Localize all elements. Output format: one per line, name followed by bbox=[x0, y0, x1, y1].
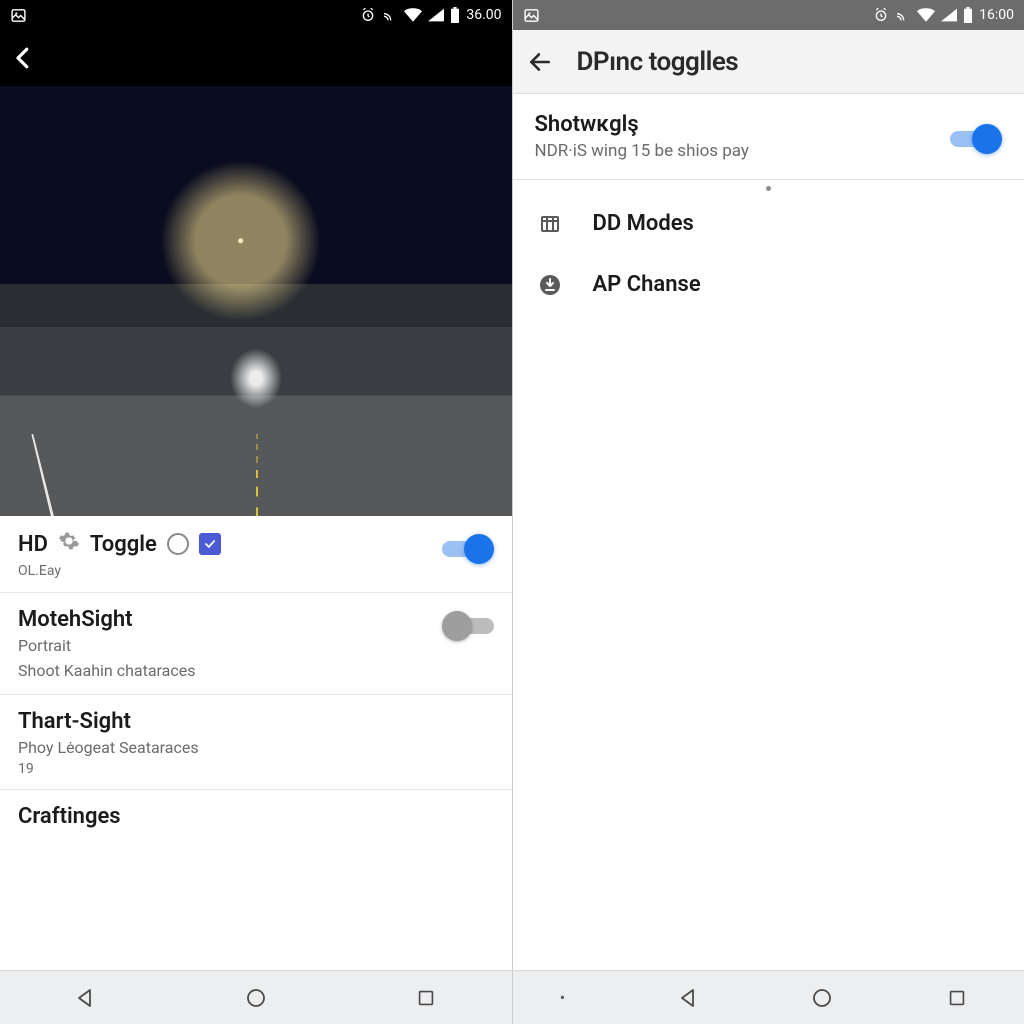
download-icon bbox=[535, 273, 565, 297]
pager-dot bbox=[513, 180, 1024, 193]
row-shotwkgls[interactable]: Shotwĸglş NDR·iS wing 15 be shios pay bbox=[513, 94, 1024, 180]
hd-sub: OL.Eay bbox=[18, 562, 430, 580]
shot-switch[interactable] bbox=[950, 124, 1002, 154]
page-title: DPınc togglles bbox=[577, 47, 739, 77]
cast-icon bbox=[382, 7, 398, 23]
row-thartsight[interactable]: Thart-Sight Phoy Lėogeat Seataraces 19 bbox=[0, 695, 512, 790]
status-time: 16:00 bbox=[979, 7, 1014, 23]
system-nav-bar bbox=[0, 970, 1024, 1024]
wifi-icon bbox=[917, 8, 935, 22]
moteh-switch[interactable] bbox=[442, 611, 494, 641]
nav-back-button[interactable] bbox=[65, 978, 105, 1018]
phone-right: 16:00 DPınc togglles Shotwĸglş NDR·iS wi… bbox=[513, 0, 1024, 970]
ap-chanse-label: AP Chanse bbox=[593, 272, 1003, 297]
nav-recent-button[interactable] bbox=[406, 978, 446, 1018]
back-button[interactable] bbox=[527, 49, 553, 75]
row-motehsight[interactable]: MotehSight Portrait Shoot Kaahin chatara… bbox=[0, 593, 512, 695]
alarm-icon bbox=[360, 7, 376, 23]
status-bar: 36.00 bbox=[0, 0, 512, 30]
hero-image bbox=[0, 86, 512, 516]
signal-icon bbox=[941, 8, 957, 22]
app-bar: DPınc togglles bbox=[513, 30, 1024, 94]
moteh-sub1: Portrait bbox=[18, 636, 430, 657]
battery-icon bbox=[450, 7, 460, 23]
status-bar: 16:00 bbox=[513, 0, 1024, 30]
toggle-label: Toggle bbox=[90, 532, 157, 557]
grid-icon bbox=[535, 212, 565, 236]
craft-title: Craftinges bbox=[18, 804, 494, 829]
checkbox-checked-icon[interactable] bbox=[199, 533, 221, 555]
nav-home-button[interactable] bbox=[236, 978, 276, 1018]
nav-right bbox=[513, 978, 1024, 1018]
picture-icon bbox=[523, 7, 540, 24]
nav-home-button[interactable] bbox=[802, 978, 842, 1018]
row-ap-chanse[interactable]: AP Chanse bbox=[513, 254, 1024, 315]
thart-sub1: Phoy Lėogeat Seataraces bbox=[18, 738, 494, 759]
gear-icon bbox=[58, 530, 80, 558]
radio-empty-icon[interactable] bbox=[167, 533, 189, 555]
alarm-icon bbox=[873, 7, 889, 23]
nav-back-button[interactable] bbox=[668, 978, 708, 1018]
dd-modes-label: DD Modes bbox=[593, 211, 1003, 236]
signal-icon bbox=[428, 8, 444, 22]
picture-icon bbox=[10, 7, 27, 24]
nav-recent-button[interactable] bbox=[937, 978, 977, 1018]
shot-sub: NDR·iS wing 15 be shios pay bbox=[535, 141, 923, 161]
cast-icon bbox=[895, 7, 911, 23]
hd-switch[interactable] bbox=[442, 534, 494, 564]
nav-left bbox=[0, 978, 512, 1018]
app-bar bbox=[0, 30, 512, 86]
phone-left: 36.00 HD Toggle bbox=[0, 0, 513, 970]
moteh-sub2: Shoot Kaahin chataraces bbox=[18, 661, 430, 682]
thart-sub2: 19 bbox=[18, 761, 494, 777]
row-craftinges[interactable]: Craftinges bbox=[0, 790, 512, 841]
hd-label: HD bbox=[18, 532, 48, 557]
row-hd-toggle[interactable]: HD Toggle OL.Eay bbox=[0, 516, 512, 593]
back-button[interactable] bbox=[8, 43, 38, 73]
thart-title: Thart-Sight bbox=[18, 709, 494, 734]
shot-title: Shotwĸglş bbox=[535, 112, 923, 137]
status-time: 36.00 bbox=[466, 7, 501, 23]
wifi-icon bbox=[404, 8, 422, 22]
settings-list: HD Toggle OL.Eay bbox=[0, 516, 512, 970]
row-dd-modes[interactable]: DD Modes bbox=[513, 193, 1024, 254]
moteh-title: MotehSight bbox=[18, 607, 430, 632]
battery-icon bbox=[963, 7, 973, 23]
